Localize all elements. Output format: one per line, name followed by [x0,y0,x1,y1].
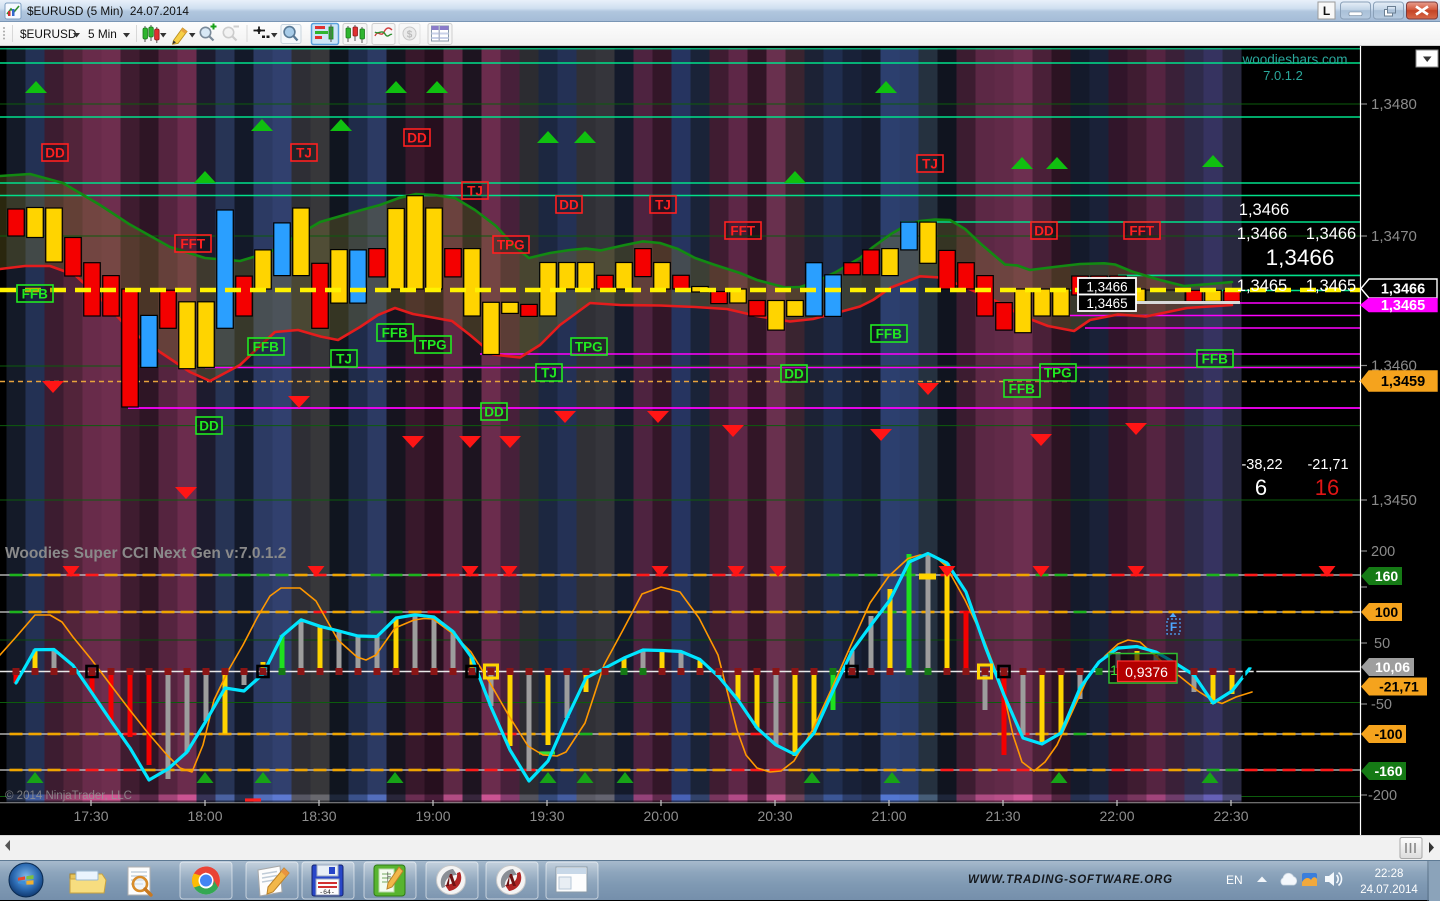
svg-text:18:30: 18:30 [301,808,336,824]
svg-text:1,3466: 1,3466 [1381,282,1425,298]
svg-text:TPG: TPG [1044,366,1072,381]
svg-text:22:00: 22:00 [1099,808,1134,824]
svg-text:Woodies Super CCI Next Gen v:7: Woodies Super CCI Next Gen v:7.0.1.2 [5,545,286,562]
svg-text:-160: -160 [1374,763,1402,779]
svg-text:FFB: FFB [22,287,48,302]
svg-text:$EURUSD (5 Min) 24.07.2014: $EURUSD (5 Min) 24.07.2014 [27,4,189,18]
svg-text:20:00: 20:00 [643,808,678,824]
svg-text:-64-: -64- [319,889,335,896]
svg-text:-21,71: -21,71 [1379,679,1419,695]
svg-text:1,3466: 1,3466 [1306,225,1356,243]
svg-text:TPG: TPG [575,340,603,355]
svg-text:1,3480: 1,3480 [1371,96,1417,113]
svg-text:TJ: TJ [336,352,352,367]
svg-text:WWW.TRADING-SOFTWARE.ORG: WWW.TRADING-SOFTWARE.ORG [968,874,1173,886]
svg-text:TPG: TPG [419,338,447,353]
svg-text:1,3466: 1,3466 [1239,201,1289,219]
svg-text:DD: DD [407,131,427,146]
svg-text:DD: DD [484,405,504,420]
svg-text:FFB: FFB [1202,352,1228,367]
svg-text:TJ: TJ [655,198,671,213]
svg-text:-38,22: -38,22 [1241,457,1282,473]
svg-text:FFT: FFT [730,224,755,239]
svg-text:22:28: 22:28 [1375,868,1404,880]
svg-text:1,3465: 1,3465 [1237,277,1287,295]
svg-text:-21,71: -21,71 [1307,457,1348,473]
svg-text:100: 100 [1375,604,1399,620]
svg-text:1,3450: 1,3450 [1371,492,1417,509]
svg-text:FFB: FFB [876,327,902,342]
svg-text:0,9376: 0,9376 [1125,664,1168,680]
svg-text:DD: DD [784,367,804,382]
svg-text:DD: DD [199,419,219,434]
svg-text:FFT: FFT [1129,224,1154,239]
svg-text:-50: -50 [1371,697,1392,713]
svg-text:21:30: 21:30 [985,808,1020,824]
svg-text:-200: -200 [1368,788,1397,804]
svg-text:L: L [1323,4,1330,18]
svg-text:1,3465: 1,3465 [1086,296,1127,311]
svg-text:19:00: 19:00 [415,808,450,824]
svg-text:FFT: FFT [180,237,205,252]
svg-text:16: 16 [1315,475,1339,500]
svg-text:5 Min: 5 Min [88,27,117,41]
svg-text:DD: DD [1034,224,1054,239]
svg-text:TPG: TPG [497,238,525,253]
svg-text:200: 200 [1371,544,1395,560]
svg-text:-100: -100 [1374,726,1402,742]
svg-text:$: $ [407,30,413,41]
svg-text:F: F [1170,620,1177,634]
svg-text:1,3465: 1,3465 [1306,277,1356,295]
svg-text:21:00: 21:00 [871,808,906,824]
svg-text:TJ: TJ [467,184,483,199]
svg-text:160: 160 [1375,568,1399,584]
svg-text:1,3466: 1,3466 [1266,245,1335,270]
svg-text:FFB: FFB [1009,382,1035,397]
svg-text:$EURUSD: $EURUSD [20,27,76,41]
svg-text:1,3459: 1,3459 [1381,374,1425,390]
svg-text:woodieshars.com: woodieshars.com [1241,52,1347,67]
svg-text:20:30: 20:30 [757,808,792,824]
svg-text:24.07.2014: 24.07.2014 [1360,884,1418,896]
svg-text:1,3465: 1,3465 [1381,298,1425,314]
svg-text:TJ: TJ [922,157,938,172]
svg-text:1,3470: 1,3470 [1371,228,1417,245]
svg-text:1,3466: 1,3466 [1237,225,1287,243]
svg-text:7.0.1.2: 7.0.1.2 [1263,68,1303,83]
svg-text:6: 6 [1255,475,1267,500]
svg-text:TJ: TJ [541,366,557,381]
svg-text:1,3466: 1,3466 [1086,280,1127,295]
svg-text:DD: DD [559,198,579,213]
svg-text:TJ: TJ [296,146,312,161]
svg-text:18:00: 18:00 [187,808,222,824]
svg-text:50: 50 [1374,636,1390,652]
svg-text:22:30: 22:30 [1213,808,1248,824]
svg-text:EN: EN [1226,873,1243,887]
svg-text:© 2014 NinjaTrader, LLC: © 2014 NinjaTrader, LLC [5,790,132,802]
svg-text:17:30: 17:30 [73,808,108,824]
svg-text:FFB: FFB [382,326,408,341]
svg-text:FFB: FFB [253,340,279,355]
svg-text:DD: DD [45,146,65,161]
svg-text:19:30: 19:30 [529,808,564,824]
svg-text:10,06: 10,06 [1375,659,1410,675]
